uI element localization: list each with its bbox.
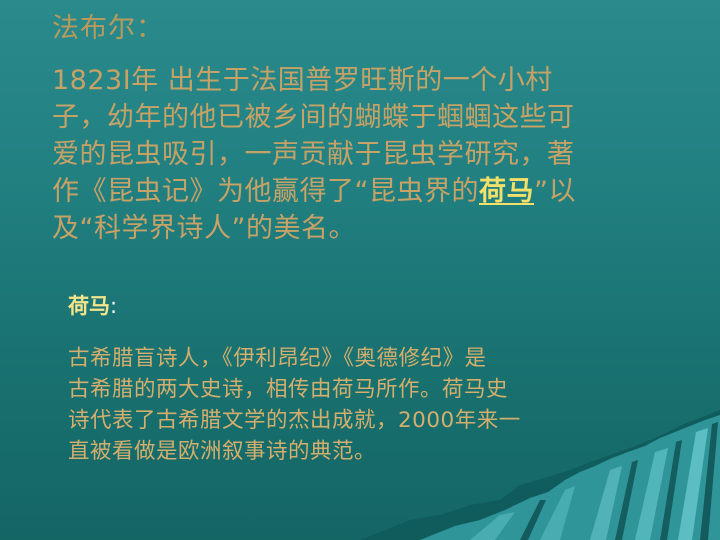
- homer-heading: 荷马:: [68, 290, 117, 320]
- homer-heading-colon: :: [110, 294, 118, 318]
- main-line-3: 爱的昆虫吸引，一声贡献于昆虫学研究，著: [52, 139, 575, 170]
- slide: 法布尔： 1823I年 出生于法国普罗旺斯的一个小村 子，幼年的他已被乡间的蝴蝶…: [0, 0, 720, 540]
- main-line-4-after: ”以: [534, 176, 576, 207]
- main-line-5: 及“科学界诗人”的美名。: [52, 213, 356, 244]
- main-line-4: 作《昆虫记》为他赢得了“昆虫界的荷马”以: [52, 173, 672, 210]
- homer-paragraph: 古希腊盲诗人，《伊利昂纪》《奥德修纪》是 古希腊的两大史诗，相传由荷马所作。荷马…: [68, 343, 668, 467]
- homer-link[interactable]: 荷马: [479, 176, 534, 207]
- main-line-1: 1823I年 出生于法国普罗旺斯的一个小村: [52, 65, 553, 96]
- homer-line-3: 诗代表了古希腊文学的杰出成就，2000年来一: [68, 408, 521, 433]
- main-line-2: 子，幼年的他已被乡间的蝴蝶于蝈蝈这些可: [52, 102, 575, 133]
- main-line-4-before: 作《昆虫记》为他赢得了“昆虫界的: [52, 176, 479, 207]
- homer-line-2: 古希腊的两大史诗，相传由荷马所作。荷马史: [68, 377, 509, 402]
- main-paragraph: 1823I年 出生于法国普罗旺斯的一个小村 子，幼年的他已被乡间的蝴蝶于蝈蝈这些…: [52, 62, 672, 247]
- homer-heading-name: 荷马: [68, 294, 110, 318]
- homer-line-4: 直被看做是欧洲叙事诗的典范。: [68, 439, 377, 464]
- slide-heading: 法布尔：: [52, 13, 164, 44]
- homer-line-1: 古希腊盲诗人，《伊利昂纪》《奥德修纪》是: [68, 346, 487, 371]
